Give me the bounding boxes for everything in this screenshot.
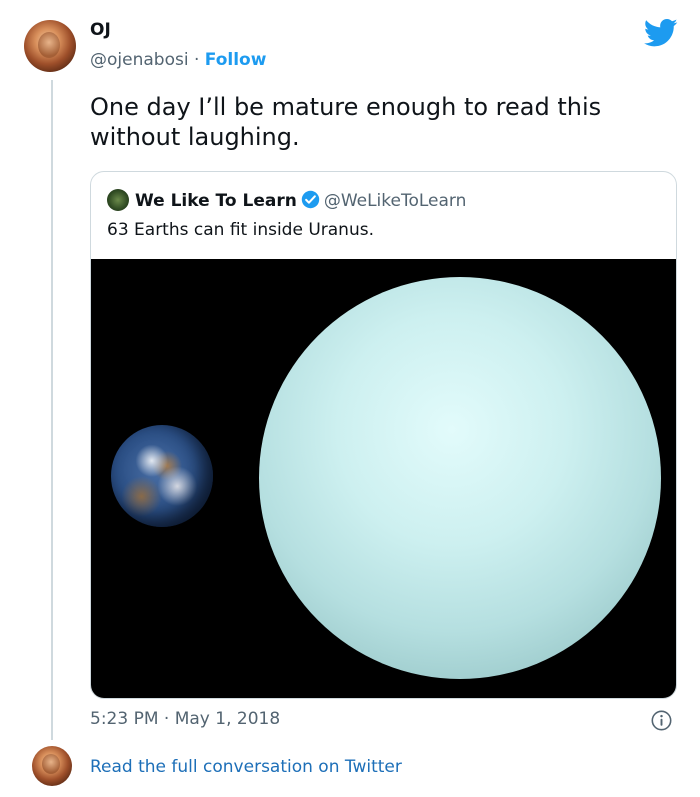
author-handle[interactable]: @ojenabosi <box>90 50 189 70</box>
follow-button[interactable]: Follow <box>205 50 267 70</box>
quoted-tweet-text: 63 Earths can fit inside Uranus. <box>107 220 374 240</box>
quoted-tweet-header: We Like To Learn @WeLikeToLearn <box>107 189 466 211</box>
read-full-conversation-link[interactable]: Read the full conversation on Twitter <box>90 757 402 777</box>
quoted-tweet-image[interactable] <box>91 259 676 698</box>
author-avatar[interactable] <box>24 20 76 72</box>
tweet-timestamp[interactable]: 5:23 PM · May 1, 2018 <box>90 709 280 729</box>
quoted-author-avatar <box>107 189 129 211</box>
author-display-name[interactable]: OJ <box>90 20 111 40</box>
author-avatar-small <box>32 746 72 786</box>
quoted-author-handle: @WeLikeToLearn <box>323 191 467 211</box>
author-handle-row: @ojenabosi · Follow <box>90 50 266 70</box>
thread-line <box>51 80 53 740</box>
separator-dot: · <box>193 50 200 70</box>
info-icon[interactable] <box>651 710 672 731</box>
verified-badge-icon <box>301 190 320 209</box>
uranus-planet <box>259 277 661 679</box>
earth-planet <box>111 425 213 527</box>
quoted-author-name: We Like To Learn <box>135 191 297 211</box>
twitter-bird-icon[interactable] <box>644 18 678 48</box>
quoted-tweet-card[interactable]: We Like To Learn @WeLikeToLearn 63 Earths… <box>90 171 677 699</box>
tweet-text: One day I’ll be mature enough to read th… <box>90 93 602 151</box>
